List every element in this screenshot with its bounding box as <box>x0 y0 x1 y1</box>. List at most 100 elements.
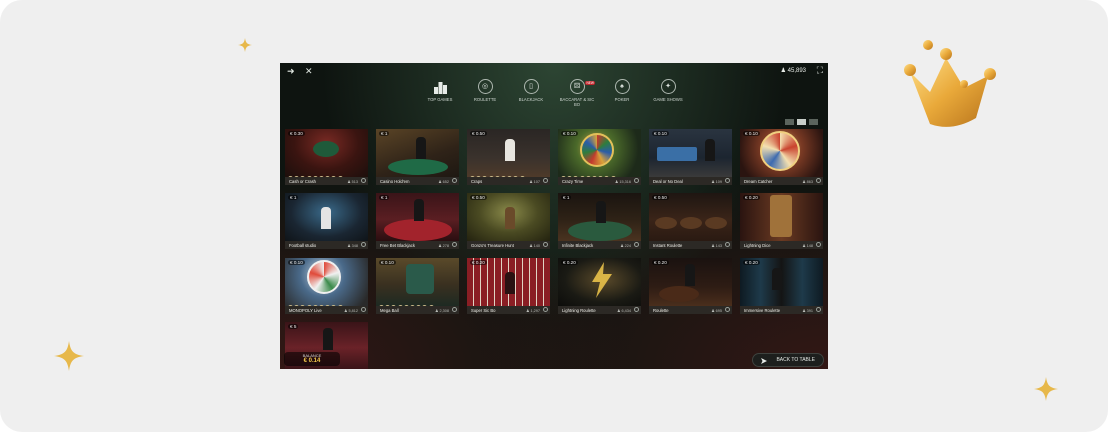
info-icon[interactable] <box>725 242 730 248</box>
game-footer: Craps ♟ 107 <box>467 177 550 185</box>
roulette-icon: ◎ <box>477 79 493 94</box>
info-icon[interactable] <box>452 242 457 248</box>
tab-label: BACCARAT & SIC BO <box>559 97 595 107</box>
game-thumbnail <box>558 258 641 306</box>
tab-poker[interactable]: ♠ POKER <box>602 79 642 102</box>
player-count: ♟ 1,297 <box>526 308 540 313</box>
min-bet-badge: € 0.10 <box>652 131 669 136</box>
grid-small-icon[interactable] <box>785 119 794 125</box>
info-icon[interactable] <box>725 178 730 184</box>
roulette-wheel <box>705 217 727 229</box>
player-count: ♟ 143 <box>711 243 722 248</box>
host <box>705 139 715 161</box>
game-name: Dream Catcher <box>744 178 773 184</box>
tab-label: TOP GAMES <box>427 97 453 102</box>
arrow-right-icon[interactable]: ➜ <box>287 66 295 76</box>
game-tile-infinite-blackjack[interactable]: € 1 Infinite Blackjack ♟ 224 <box>558 193 641 249</box>
game-tile-roulette[interactable]: € 0.20 Roulette ♟ 695 <box>649 258 732 314</box>
game-tile-casino-holdem[interactable]: € 1 Casino Hold'em ♟ 652 <box>376 129 459 185</box>
min-bet-badge: € 1 <box>561 195 572 200</box>
game-tile-instant-roulette[interactable]: € 0.50 Instant Roulette ♟ 143 <box>649 193 732 249</box>
info-icon[interactable] <box>452 178 457 184</box>
game-tile-crazy-time[interactable]: € 0.10 Crazy Time ♟ 15,316 <box>558 129 641 185</box>
roulette-wheel <box>680 217 702 229</box>
game-tile-gonzos-treasure-hunt[interactable]: € 0.50 Gonzo's Treasure Hunt ♟ 140 <box>467 193 550 249</box>
min-bet-badge: € 0.50 <box>470 131 487 136</box>
info-icon[interactable] <box>634 242 639 248</box>
back-to-table-button[interactable]: BACK TO TABLE <box>752 353 824 367</box>
game-footer: Gonzo's Treasure Hunt ♟ 140 <box>467 241 550 249</box>
ball-machine <box>406 264 434 294</box>
info-icon[interactable] <box>634 307 639 313</box>
player-count: ♟ 863 <box>802 179 813 184</box>
info-icon[interactable] <box>361 242 366 248</box>
info-icon[interactable] <box>452 307 457 313</box>
min-bet-badge: € 0.50 <box>652 195 669 200</box>
game-tile-craps[interactable]: € 0.50 Craps ♟ 107 <box>467 129 550 185</box>
dealer <box>685 264 695 286</box>
player-count: ♟ 348 <box>347 243 358 248</box>
game-thumbnail <box>376 193 459 241</box>
game-name: Craps <box>471 178 483 184</box>
tab-game-shows[interactable]: ✦ GAME SHOWS <box>648 79 688 102</box>
game-tile-free-bet-blackjack[interactable]: € 1 Free Bet Blackjack ♟ 278 <box>376 193 459 249</box>
close-icon[interactable]: ✕ <box>305 66 313 76</box>
balance-value: € 0.14 <box>303 358 321 364</box>
game-tile-monopoly-live[interactable]: € 0.10 MONOPOLY Live ♟ 5,812 <box>285 258 368 314</box>
player-count: ♟ 15,316 <box>614 179 631 184</box>
game-tile-deal-or-no-deal[interactable]: € 0.10 Deal or No Deal ♟ 109 <box>649 129 732 185</box>
info-icon[interactable] <box>361 307 366 313</box>
info-icon[interactable] <box>725 307 730 313</box>
game-thumbnail <box>740 129 823 177</box>
info-icon[interactable] <box>543 178 548 184</box>
game-tile-dream-catcher[interactable]: € 0.10 Dream Catcher ♟ 863 <box>740 129 823 185</box>
game-footer: Immersive Roulette ♟ 391 <box>740 306 823 314</box>
game-name: Deal or No Deal <box>653 178 683 184</box>
collapse-icon[interactable]: ⛶ <box>817 65 823 75</box>
game-name: Super Sic Bo <box>471 307 496 313</box>
dealer <box>323 328 333 350</box>
grid-medium-icon[interactable] <box>797 119 806 125</box>
grid-large-icon[interactable] <box>809 119 818 125</box>
game-footer: Crazy Time ♟ 15,316 <box>558 177 641 185</box>
info-icon[interactable] <box>543 307 548 313</box>
game-tile-lightning-roulette[interactable]: € 0.20 Lightning Roulette ♟ 6,434 <box>558 258 641 314</box>
result-history <box>561 168 617 181</box>
game-footer: MONOPOLY Live ♟ 5,812 <box>285 306 368 314</box>
lightning-icon <box>592 262 612 298</box>
game-footer: Dream Catcher ♟ 863 <box>740 177 823 185</box>
info-icon[interactable] <box>361 178 366 184</box>
min-bet-badge: € 0.10 <box>743 131 760 136</box>
game-name: Casino Hold'em <box>380 178 410 184</box>
info-icon[interactable] <box>634 178 639 184</box>
game-tile-lightning-dice[interactable]: € 0.20 Lightning Dice ♟ 148 <box>740 193 823 249</box>
tab-blackjack[interactable]: ▯ BLACKJACK <box>511 79 551 102</box>
game-wheel <box>307 260 341 294</box>
game-footer: Deal or No Deal ♟ 109 <box>649 177 732 185</box>
game-tile-mega-ball[interactable]: € 0.10 Mega Ball ♟ 2,308 <box>376 258 459 314</box>
game-tile-immersive-roulette[interactable]: € 0.20 Immersive Roulette ♟ 391 <box>740 258 823 314</box>
info-icon[interactable] <box>816 307 821 313</box>
dealer <box>505 272 515 294</box>
cards-icon: ▯ <box>523 79 539 94</box>
game-tile-super-sic-bo[interactable]: € 0.20 Super Sic Bo ♟ 1,297 <box>467 258 550 314</box>
tab-roulette[interactable]: ◎ ROULETTE <box>465 79 505 102</box>
min-bet-badge: € 0.20 <box>743 260 760 265</box>
game-tile-cash-or-crash[interactable]: € 0.30 Cash or Crash ♟ 513 <box>285 129 368 185</box>
balance-panel: BALANCE € 0.14 <box>284 352 340 366</box>
game-name: Instant Roulette <box>653 242 683 248</box>
info-icon[interactable] <box>543 242 548 248</box>
game-name: Free Bet Blackjack <box>380 242 415 248</box>
dealer <box>414 199 424 221</box>
info-icon[interactable] <box>816 178 821 184</box>
info-icon[interactable] <box>816 242 821 248</box>
sparkle-icon <box>1034 377 1058 401</box>
min-bet-badge: € 0.50 <box>470 195 487 200</box>
tab-top-games[interactable]: TOP GAMES <box>420 79 460 102</box>
result-history <box>288 168 344 181</box>
player-count: ♟ 2,308 <box>435 308 449 313</box>
game-footer: Casino Hold'em ♟ 652 <box>376 177 459 185</box>
game-tile-football-studio[interactable]: € 1 Football studio ♟ 348 <box>285 193 368 249</box>
host <box>505 207 515 229</box>
min-bet-badge: € 0.20 <box>652 260 669 265</box>
